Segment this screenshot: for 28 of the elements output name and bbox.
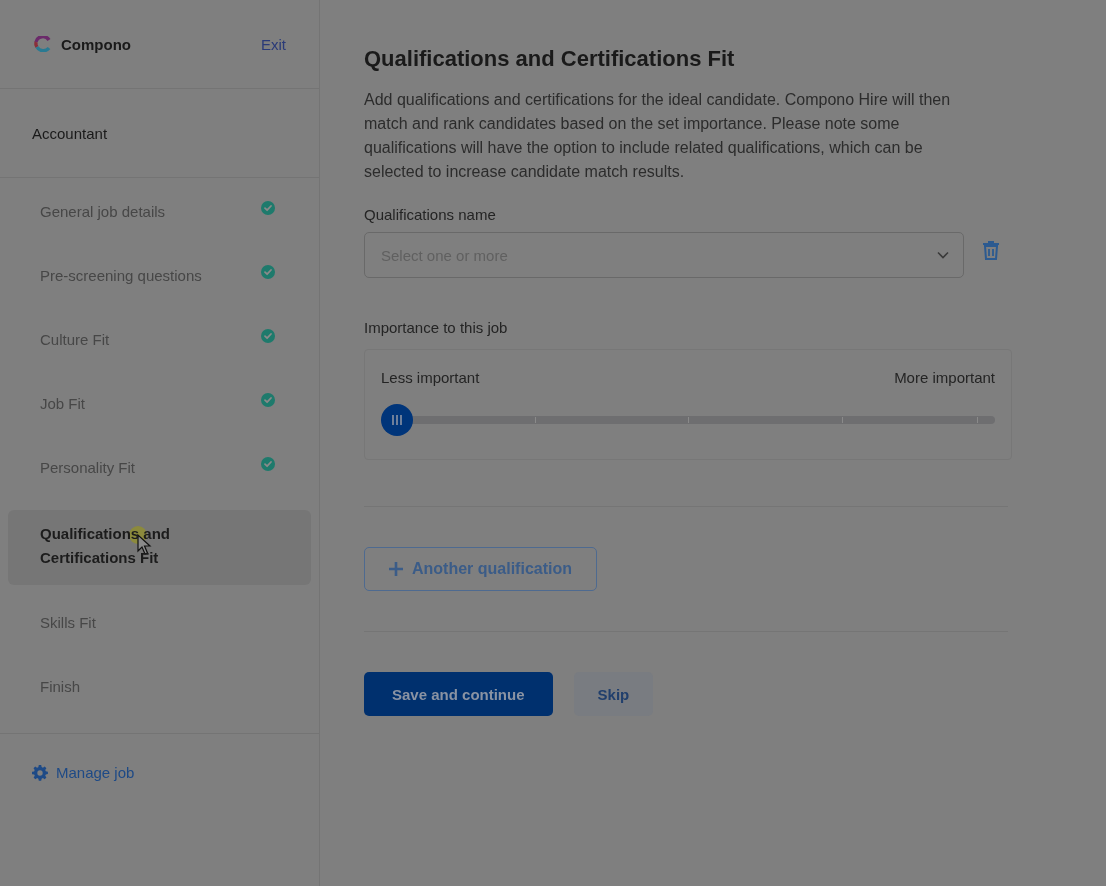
sidebar-step[interactable]: Finish: [8, 657, 311, 721]
slider-thumb[interactable]: [381, 404, 413, 436]
job-title: Accountant: [0, 89, 319, 178]
field-label: Qualifications name: [364, 206, 497, 223]
sidebar-step[interactable]: Culture Fit: [8, 310, 311, 374]
field-label: Importance to this job: [364, 319, 509, 336]
save-button[interactable]: Save and continue: [364, 672, 553, 716]
logo-icon: [33, 36, 53, 52]
sidebar-step[interactable]: Personality Fit: [8, 438, 311, 502]
sidebar-step[interactable]: Pre-screening questions: [8, 246, 311, 310]
exit-link[interactable]: Exit: [261, 35, 286, 53]
plus-icon: [389, 562, 403, 576]
manage-job-link[interactable]: Manage job: [32, 764, 135, 781]
sidebar-step[interactable]: General job details: [8, 182, 311, 246]
importance-slider[interactable]: [381, 404, 995, 436]
scale-min-label: Less important: [381, 369, 480, 386]
page-title: Qualifications and Certifications Fit: [364, 46, 736, 72]
skip-button[interactable]: Skip: [573, 672, 654, 716]
sidebar-step[interactable]: Skills Fit: [8, 593, 311, 657]
settings-icon: [32, 764, 48, 781]
sidebar-step[interactable]: Qualifications and Certifications Fit: [8, 510, 311, 585]
sidebar-step[interactable]: Job Fit: [8, 374, 311, 438]
trash-icon[interactable]: [982, 240, 1000, 260]
add-qualification-button[interactable]: Another qualification: [364, 547, 597, 591]
chevron-down-icon: [937, 251, 949, 259]
page-description: Add qualifications and certifications for the ideal candidate. Compono Hire will then match and rank candidates based on the set importance. Please note some qualifications will have the option to include related qualifications, which can be selected to increase candidate match results.: [364, 90, 952, 182]
scale-max-label: More important: [894, 369, 995, 386]
brand-name: Compono: [61, 35, 131, 53]
